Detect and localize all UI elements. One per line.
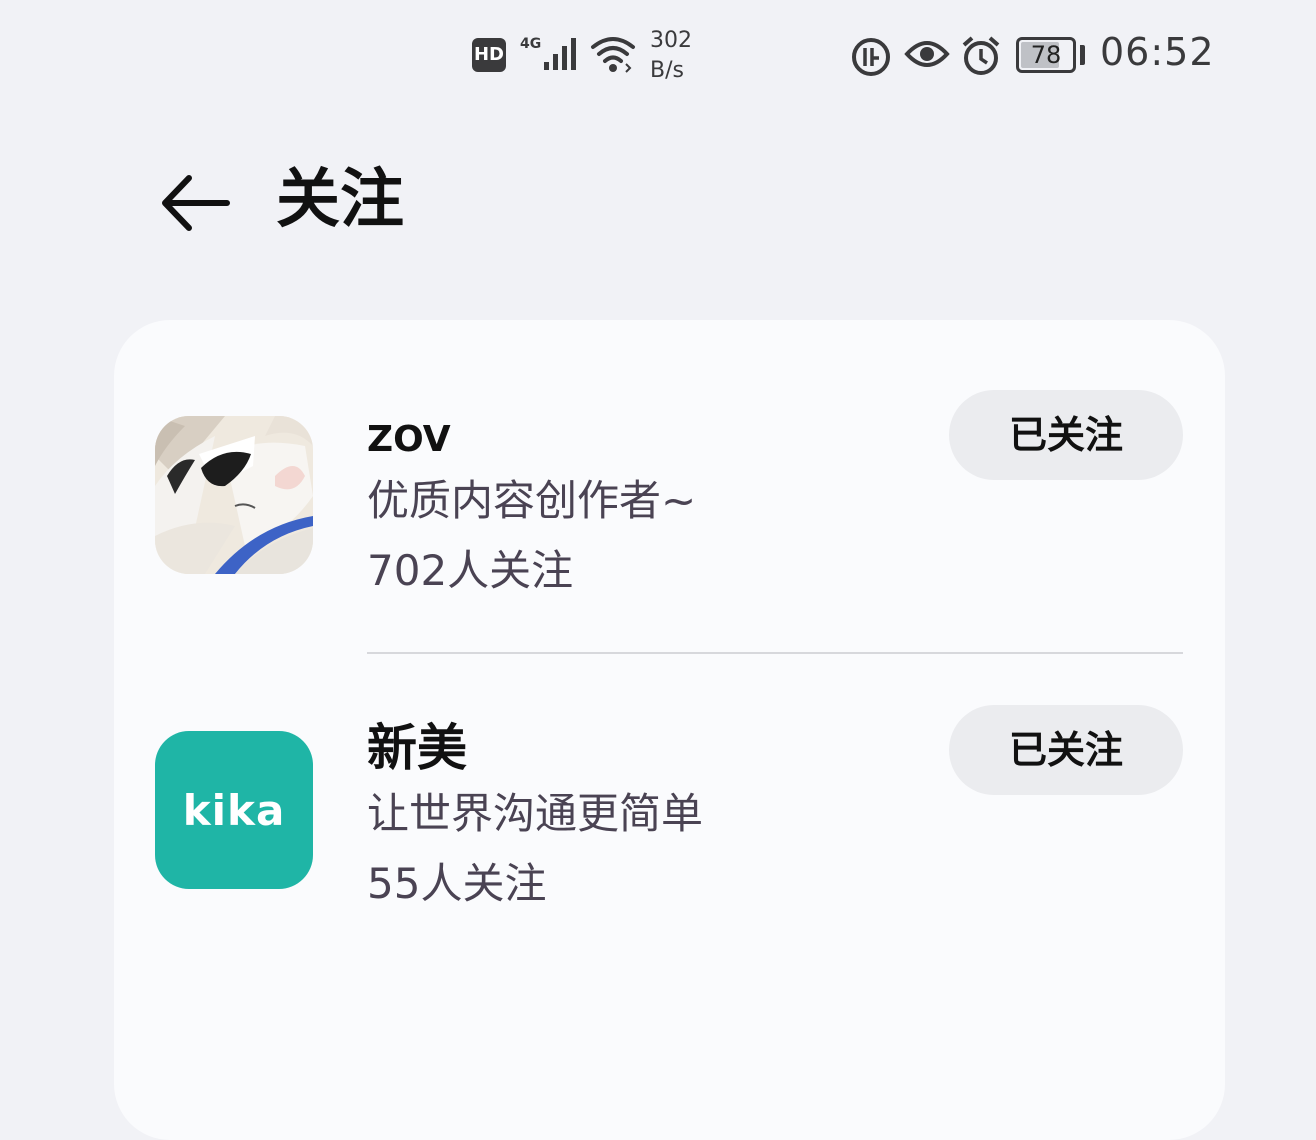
status-bar: HD 4G 302 B/s 78 06:52 — [0, 0, 1316, 110]
follower-count: 55人关注 — [367, 859, 547, 908]
hd-badge: HD — [472, 38, 506, 72]
user-name: 新美 — [367, 719, 467, 777]
follower-count: 702人关注 — [367, 546, 574, 595]
arrow-left-icon — [162, 175, 230, 231]
kika-logo[interactable]: kika — [155, 731, 313, 889]
speed-value: 302 — [650, 28, 692, 53]
following-button[interactable]: 已关注 — [949, 390, 1183, 480]
user-name: ZOV — [367, 419, 451, 460]
alarm-icon — [960, 35, 1002, 81]
network-type: 4G — [520, 36, 542, 52]
clock: 06:52 — [1100, 30, 1215, 74]
speed-unit: B/s — [650, 58, 684, 83]
list-item-xinmei[interactable]: kika 新美 让世界沟通更简单 55人关注 已关注 — [114, 705, 1225, 965]
user-info: ZOV 优质内容创作者~ 702人关注 — [367, 418, 696, 598]
header: 关注 — [0, 140, 1316, 260]
signal-icon — [540, 36, 580, 76]
cat-photo-avatar — [155, 416, 313, 574]
wifi-icon — [590, 34, 636, 78]
battery-tip — [1080, 45, 1085, 65]
list-item-zov[interactable]: ZOV 优质内容创作者~ 702人关注 已关注 — [114, 390, 1225, 650]
user-info: 新美 让世界沟通更简单 55人关注 — [367, 719, 704, 911]
user-description: 让世界沟通更简单 — [367, 789, 704, 838]
following-button[interactable]: 已关注 — [949, 705, 1183, 795]
divider — [367, 652, 1183, 654]
eye-comfort-icon — [904, 38, 950, 74]
nfc-icon — [850, 36, 892, 82]
network-speed: 302 B/s — [650, 26, 692, 86]
back-button[interactable] — [150, 158, 240, 248]
battery-icon: 78 — [1016, 37, 1076, 73]
user-description: 优质内容创作者~ — [367, 476, 697, 525]
follow-list-card: ZOV 优质内容创作者~ 702人关注 已关注 kika 新美 让世界沟通更简单… — [114, 320, 1225, 1140]
avatar[interactable] — [155, 416, 313, 574]
page-title: 关注 — [276, 163, 404, 237]
battery-level: 78 — [1030, 41, 1062, 69]
kika-logo-text: kika — [182, 785, 286, 835]
